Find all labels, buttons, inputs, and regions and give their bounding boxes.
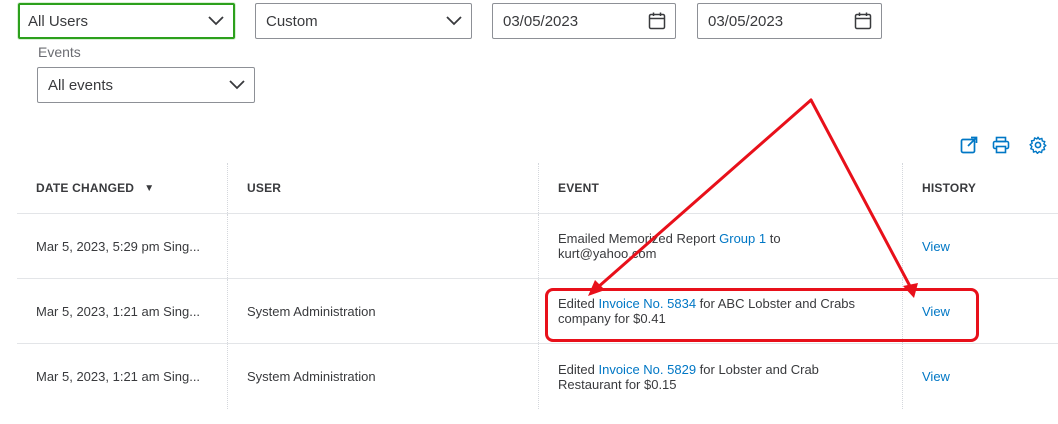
date-to-value: 03/05/2023	[708, 12, 784, 30]
user-cell: System Administration	[227, 279, 538, 343]
audit-log-page: All Users Custom 03/05/2023 03/05/2023 E…	[0, 0, 1058, 424]
print-icon[interactable]	[991, 135, 1011, 155]
history-header[interactable]: HISTORY	[902, 163, 1058, 213]
calendar-icon[interactable]	[647, 11, 667, 31]
view-history-link[interactable]: View	[922, 369, 950, 384]
event-cell: Edited Invoice No. 5829 for Lobster and …	[538, 344, 902, 409]
event-prefix: Edited	[558, 296, 599, 311]
event-prefix: Emailed Memorized Report	[558, 231, 720, 246]
date-from-value: 03/05/2023	[503, 12, 579, 30]
sort-down-icon: ▼	[144, 182, 155, 194]
user-text: System Administration	[247, 303, 376, 319]
event-prefix: Edited	[558, 361, 599, 377]
history-cell: View	[902, 214, 1058, 278]
user-header[interactable]: USER	[227, 163, 538, 213]
audit-log-table: DATE CHANGED ▼ USER EVENT HISTORY Mar 5,…	[17, 163, 1058, 409]
user-text: System Administration	[247, 369, 376, 384]
date-text: Mar 5, 2023, 1:21 am Sing...	[36, 369, 201, 384]
users-filter-value: All Users	[28, 12, 89, 30]
date-text: Mar 5, 2023, 1:21 am Sing...	[36, 303, 201, 319]
calendar-icon[interactable]	[853, 11, 873, 31]
events-filter-select[interactable]: All events	[37, 67, 255, 103]
date-range-select[interactable]: Custom	[255, 3, 472, 39]
event-link[interactable]: Group 1	[719, 231, 766, 246]
events-filter-label: Events	[38, 44, 81, 60]
table-row: Mar 5, 2023, 5:29 pm Sing... Emailed Mem…	[17, 214, 1058, 279]
date-range-value: Custom	[266, 12, 318, 30]
date-from-field[interactable]: 03/05/2023	[492, 3, 676, 39]
event-cell: Edited Invoice No. 5834 for ABC Lobster …	[538, 279, 902, 343]
event-text: Edited Invoice No. 5829 for Lobster and …	[558, 362, 878, 392]
users-filter-select[interactable]: All Users	[18, 3, 235, 39]
history-cell: View	[902, 344, 1058, 409]
gear-icon[interactable]	[1028, 135, 1048, 155]
export-icon[interactable]	[959, 135, 979, 155]
table-header-row: DATE CHANGED ▼ USER EVENT HISTORY	[17, 163, 1058, 214]
date-text: Mar 5, 2023, 5:29 pm Sing...	[36, 238, 201, 254]
event-link[interactable]: Invoice No. 5834	[598, 296, 696, 311]
event-cell: Emailed Memorized Report Group 1 to kurt…	[538, 214, 902, 278]
table-row: Mar 5, 2023, 1:21 am Sing... System Admi…	[17, 344, 1058, 409]
chevron-down-icon	[228, 76, 246, 94]
chevron-down-icon	[207, 12, 225, 30]
date-cell: Mar 5, 2023, 1:21 am Sing...	[17, 279, 227, 343]
date-changed-header[interactable]: DATE CHANGED ▼	[17, 163, 227, 213]
date-cell: Mar 5, 2023, 1:21 am Sing...	[17, 344, 227, 409]
event-header[interactable]: EVENT	[538, 163, 902, 213]
user-cell: System Administration	[227, 344, 538, 409]
date-to-field[interactable]: 03/05/2023	[697, 3, 882, 39]
view-history-link[interactable]: View	[922, 239, 950, 254]
event-text: Emailed Memorized Report Group 1 to kurt…	[558, 231, 878, 261]
date-changed-header-label: DATE CHANGED	[36, 180, 135, 195]
event-text: Edited Invoice No. 5834 for ABC Lobster …	[558, 296, 878, 326]
table-row: Mar 5, 2023, 1:21 am Sing... System Admi…	[17, 279, 1058, 344]
user-cell	[227, 214, 538, 278]
view-history-link[interactable]: View	[922, 304, 950, 319]
chevron-down-icon	[445, 12, 463, 30]
event-link[interactable]: Invoice No. 5829	[598, 362, 696, 377]
date-cell: Mar 5, 2023, 5:29 pm Sing...	[17, 214, 227, 278]
history-cell: View	[902, 279, 1058, 343]
events-filter-value: All events	[48, 76, 114, 94]
